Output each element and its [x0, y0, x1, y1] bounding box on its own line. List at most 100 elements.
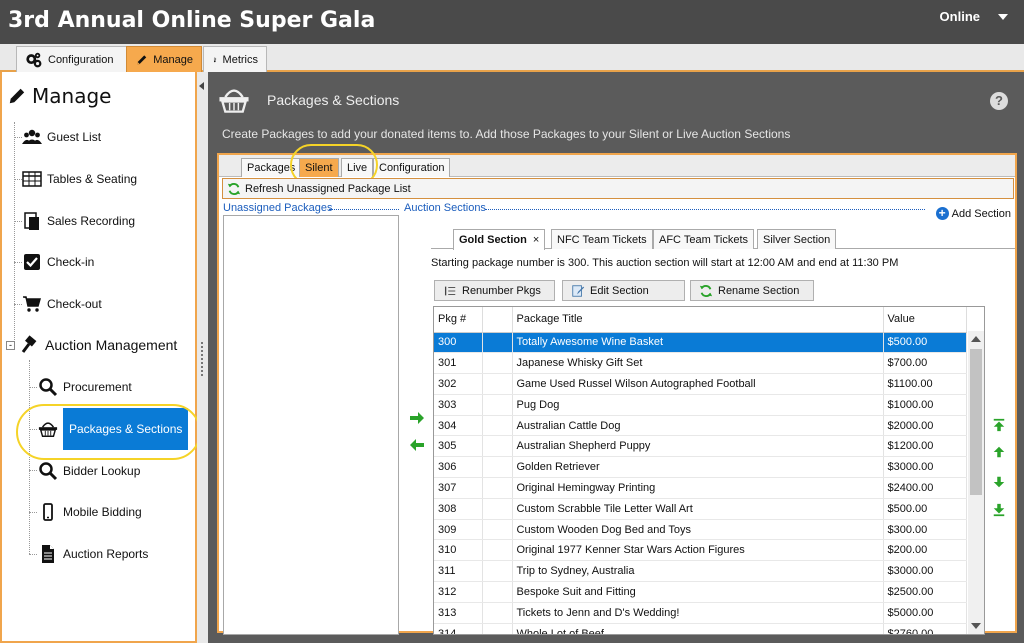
- move-top-icon[interactable]: [991, 418, 1007, 432]
- cell-value: $500.00: [883, 498, 967, 520]
- sidebar-item-label: Check-out: [47, 297, 102, 311]
- table-row[interactable]: 309 Custom Wooden Dog Bed and Toys $300.00: [434, 519, 967, 541]
- cell-pkg: 303: [434, 394, 483, 416]
- tab-label: Metrics: [222, 53, 258, 66]
- panel-splitter[interactable]: [197, 72, 208, 643]
- grid-scrollbar[interactable]: [968, 331, 984, 634]
- tab-configuration-sub[interactable]: Configuration: [373, 158, 451, 177]
- table-row[interactable]: 314 Whole Lot of Beef $2760.00: [434, 623, 967, 634]
- tab-configuration[interactable]: Configuration: [16, 46, 128, 72]
- edit-icon: [572, 284, 585, 297]
- sidebar-item-guest-list[interactable]: Guest List: [22, 126, 101, 148]
- table-row[interactable]: 302 Game Used Russel Wilson Autographed F…: [434, 373, 967, 395]
- tab-label: Gold Section: [459, 234, 527, 246]
- tree-line: [14, 122, 15, 344]
- cell-value: $3000.00: [883, 456, 967, 479]
- tab-gold-section[interactable]: Gold Section ×: [453, 229, 546, 250]
- splitter-grip[interactable]: [201, 342, 203, 376]
- collapse-arrow-icon[interactable]: [199, 82, 204, 90]
- packages-grid: Pkg # Package Title Value 300 Totally Awe…: [433, 306, 985, 635]
- close-icon[interactable]: ×: [533, 234, 539, 246]
- table-row[interactable]: 308 Custom Scrabble Tile Letter Wall Art $…: [434, 498, 967, 520]
- button-label: Rename Section: [718, 284, 800, 297]
- column-header-value[interactable]: Value: [883, 307, 967, 333]
- move-up-icon[interactable]: [991, 445, 1007, 459]
- unassigned-packages-list[interactable]: [223, 215, 399, 635]
- table-row[interactable]: 305 Australian Shepherd Puppy $1200.00: [434, 435, 967, 458]
- edit-section-button[interactable]: Edit Section: [562, 280, 685, 301]
- add-section-button[interactable]: + Add Section: [935, 207, 1011, 220]
- tree-branch: [14, 262, 22, 263]
- list-icon: [444, 286, 456, 295]
- refresh-button[interactable]: Refresh Unassigned Package List: [222, 178, 1014, 199]
- table-row[interactable]: 306 Golden Retriever $3000.00: [434, 456, 967, 479]
- table-row[interactable]: 304 Australian Cattle Dog $2000.00: [434, 415, 967, 437]
- cell-value: $500.00: [883, 332, 967, 354]
- cell-pkg: 313: [434, 602, 483, 624]
- scroll-down-icon[interactable]: [971, 623, 981, 629]
- cell-blank: [482, 602, 513, 624]
- table-row[interactable]: 307 Original Hemingway Printing $2400.00: [434, 477, 967, 499]
- sidebar: Manage Guest List Tables & Seating Sales…: [0, 72, 201, 643]
- collapse-icon[interactable]: -: [6, 340, 15, 350]
- section-info: Starting package number is 300. This auc…: [431, 257, 899, 269]
- sidebar-item-procurement[interactable]: Procurement: [38, 376, 132, 398]
- cell-blank: [482, 498, 513, 520]
- sidebar-item-tables-seating[interactable]: Tables & Seating: [22, 168, 137, 190]
- arrow-left-icon[interactable]: [409, 438, 425, 452]
- table-row[interactable]: 301 Japanese Whisky Gift Set $700.00: [434, 352, 967, 375]
- tree-line: [29, 360, 30, 554]
- section-divider: [485, 209, 925, 210]
- help-icon[interactable]: ?: [990, 92, 1008, 110]
- sidebar-item-auction-management[interactable]: - Auction Management: [6, 334, 177, 356]
- sidebar-item-check-in[interactable]: Check-in: [22, 251, 94, 273]
- add-section-label: Add Section: [951, 207, 1011, 220]
- main-tab-bar: Configuration Manage Metrics: [0, 44, 1024, 72]
- cell-value: $1100.00: [883, 373, 967, 395]
- sidebar-item-mobile-bidding[interactable]: Mobile Bidding: [38, 501, 142, 523]
- tab-label: Manage: [153, 53, 193, 66]
- table-row[interactable]: 313 Tickets to Jenn and D's Wedding! $5000…: [434, 602, 967, 624]
- online-status[interactable]: Online: [940, 9, 980, 24]
- sidebar-item-bidder-lookup[interactable]: Bidder Lookup: [38, 460, 140, 482]
- move-down-icon[interactable]: [991, 475, 1007, 489]
- table-row[interactable]: 300 Totally Awesome Wine Basket $500.00: [434, 332, 967, 354]
- tab-manage[interactable]: Manage: [126, 46, 202, 72]
- tab-nfc-team-tickets[interactable]: NFC Team Tickets: [551, 229, 653, 249]
- cell-title: Pug Dog: [512, 394, 884, 416]
- tab-afc-team-tickets[interactable]: AFC Team Tickets: [653, 229, 755, 249]
- chevron-down-icon[interactable]: [998, 14, 1008, 20]
- button-label: Renumber Pkgs: [462, 284, 541, 297]
- cell-pkg: 310: [434, 539, 483, 562]
- cell-value: $300.00: [883, 519, 967, 541]
- cell-value: $1200.00: [883, 435, 967, 458]
- tab-metrics[interactable]: Metrics: [203, 46, 267, 72]
- scroll-up-icon[interactable]: [971, 336, 981, 342]
- table-icon: [22, 171, 42, 187]
- column-header-blank[interactable]: [482, 307, 513, 333]
- column-header-title[interactable]: Package Title: [512, 307, 884, 333]
- sidebar-item-sales-recording[interactable]: Sales Recording: [22, 210, 135, 232]
- table-row[interactable]: 310 Original 1977 Kenner Star Wars Action…: [434, 539, 967, 562]
- tree-branch: [29, 470, 37, 471]
- sidebar-item-auction-reports[interactable]: Auction Reports: [38, 543, 148, 565]
- sidebar-item-label: Check-in: [47, 255, 95, 269]
- tree-branch: [14, 179, 22, 180]
- sidebar-item-check-out[interactable]: Check-out: [22, 293, 102, 315]
- scrollbar-thumb[interactable]: [970, 349, 982, 495]
- cell-title: Australian Cattle Dog: [512, 415, 884, 437]
- column-header-pkg[interactable]: Pkg #: [434, 307, 483, 333]
- table-row[interactable]: 311 Trip to Sydney, Australia $3000.00: [434, 560, 967, 583]
- table-row[interactable]: 312 Bespoke Suit and Fitting $2500.00: [434, 581, 967, 603]
- move-bottom-icon[interactable]: [991, 503, 1007, 517]
- cell-pkg: 308: [434, 498, 483, 520]
- rename-section-button[interactable]: Rename Section: [690, 280, 814, 301]
- gears-icon: [26, 52, 42, 67]
- table-row[interactable]: 303 Pug Dog $1000.00: [434, 394, 967, 416]
- arrow-right-icon[interactable]: [409, 411, 425, 425]
- sidebar-item-label: Bidder Lookup: [63, 464, 141, 478]
- tab-silver-section[interactable]: Silver Section: [757, 229, 837, 249]
- page-title: Packages & Sections: [267, 92, 400, 108]
- cell-blank: [482, 456, 513, 479]
- renumber-pkgs-button[interactable]: Renumber Pkgs: [434, 280, 555, 301]
